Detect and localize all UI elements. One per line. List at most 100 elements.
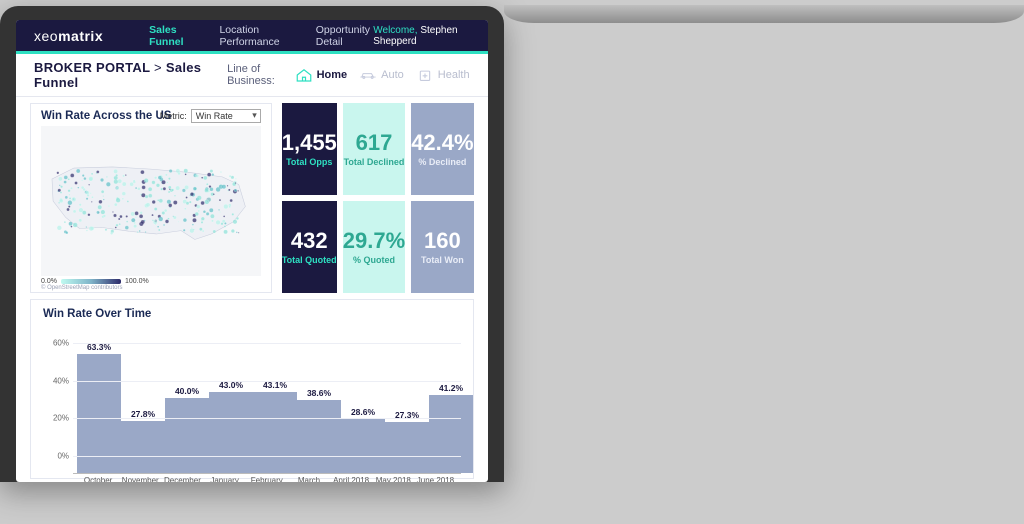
x-tick: November 2017: [119, 476, 161, 482]
x-tick: October 2017: [77, 476, 119, 482]
lob-home-label: Home: [317, 69, 348, 81]
lob-home[interactable]: Home: [295, 68, 348, 82]
y-tick: 60%: [53, 338, 69, 347]
bar-value-label: 27.8%: [131, 409, 155, 419]
bar-wrap: 43.0%: [209, 380, 253, 473]
bar-wrap: 28.6%: [341, 407, 385, 473]
metric-selector: Metric: Win Rate: [160, 109, 261, 123]
kpi-total-opps[interactable]: 1,455 Total Opps: [282, 103, 337, 195]
kpi-label: Total Quoted: [282, 255, 337, 265]
chart-title: Win Rate Over Time: [43, 308, 461, 320]
kpi-label: % Quoted: [353, 255, 395, 265]
bar-wrap: 63.3%: [77, 342, 121, 473]
breadcrumb-root: BROKER PORTAL: [34, 60, 150, 75]
brand-part-a: xeo: [34, 28, 58, 44]
nav-sales-funnel[interactable]: Sales Funnel: [149, 24, 193, 48]
kpi-pct-declined[interactable]: 42.4% % Declined: [411, 103, 473, 195]
x-tick: December 2017: [161, 476, 203, 482]
health-icon: [416, 68, 434, 82]
laptop-base: [504, 5, 1024, 23]
brand-part-b: matrix: [58, 28, 103, 44]
metric-value: Win Rate: [196, 111, 233, 121]
y-tick: 0%: [57, 452, 69, 461]
bar-wrap: 38.6%: [297, 388, 341, 473]
laptop-frame: xeomatrix Sales Funnel Location Performa…: [0, 6, 504, 482]
bar[interactable]: [341, 419, 385, 473]
lob-health[interactable]: Health: [416, 68, 470, 82]
kpi-label: Total Opps: [286, 157, 332, 167]
bar[interactable]: [253, 392, 297, 473]
metric-label: Metric:: [160, 111, 187, 121]
bar-value-label: 28.6%: [351, 407, 375, 417]
map-svg: [41, 126, 261, 276]
kpi-label: Total Declined: [344, 157, 405, 167]
map-panel: Win Rate Across the US Metric: Win Rate: [30, 103, 272, 293]
metric-dropdown[interactable]: Win Rate: [191, 109, 261, 123]
welcome-text: Welcome, Stephen Shepperd: [373, 25, 469, 47]
kpi-total-won[interactable]: 160 Total Won: [411, 201, 473, 293]
kpi-value: 617: [356, 132, 393, 154]
kpi-label: % Declined: [418, 157, 466, 167]
nav-location-performance[interactable]: Location Performance: [219, 24, 289, 48]
y-tick: 20%: [53, 414, 69, 423]
x-tick: January 2018: [204, 476, 246, 482]
kpi-value: 160: [424, 230, 461, 252]
bar-value-label: 38.6%: [307, 388, 331, 398]
bar-wrap: 43.1%: [253, 380, 297, 473]
kpi-value: 29.7%: [343, 230, 405, 252]
y-axis: 0% 20% 40% 60%: [43, 324, 73, 474]
kpi-value: 42.4%: [411, 132, 473, 154]
welcome-label: Welcome,: [373, 25, 417, 36]
lob-auto[interactable]: Auto: [359, 68, 404, 82]
bar-wrap: 41.2%: [429, 383, 473, 473]
kpi-value: 1,455: [282, 132, 337, 154]
legend-min: 0.0%: [41, 278, 57, 285]
map-legend: 0.0% 100.0%: [41, 278, 261, 285]
bar-wrap: 40.0%: [165, 386, 209, 473]
bar[interactable]: [297, 400, 341, 473]
nav-links: Sales Funnel Location Performance Opport…: [149, 24, 373, 48]
breadcrumb-sep: >: [154, 60, 162, 75]
sub-header: BROKER PORTAL > Sales Funnel Line of Bus…: [16, 54, 488, 97]
home-icon: [295, 68, 313, 82]
bar-value-label: 40.0%: [175, 386, 199, 396]
kpi-total-declined[interactable]: 617 Total Declined: [343, 103, 405, 195]
legend-max: 100.0%: [125, 278, 149, 285]
top-row: Win Rate Across the US Metric: Win Rate: [30, 103, 474, 293]
bar-chart[interactable]: 0% 20% 40% 60% 63.3% 27.8% 40.0% 43.0%43.1% 38.…: [43, 324, 461, 474]
plot-area: 63.3%27.8%40.0%43.0%43.1%38.6%28.6%27.3%…: [73, 324, 461, 474]
x-tick: April 2018: [330, 476, 372, 482]
bar[interactable]: [121, 421, 165, 473]
lob-label: Line of Business:: [227, 63, 282, 87]
main-content: Win Rate Across the US Metric: Win Rate: [16, 97, 488, 482]
screen: xeomatrix Sales Funnel Location Performa…: [16, 20, 488, 482]
nav-opportunity-detail[interactable]: Opportunity Detail: [316, 24, 374, 48]
us-map[interactable]: [41, 126, 261, 276]
lob-health-label: Health: [438, 69, 470, 81]
lob-auto-label: Auto: [381, 69, 404, 81]
top-nav: xeomatrix Sales Funnel Location Performa…: [16, 20, 488, 54]
map-attribution: © OpenStreetMap contributors: [41, 285, 261, 291]
bar[interactable]: [209, 392, 253, 473]
kpi-grid: 1,455 Total Opps 617 Total Declined 42.4…: [282, 103, 474, 293]
bars-container: 63.3%27.8%40.0%43.0%43.1%38.6%28.6%27.3%…: [73, 324, 461, 473]
bar[interactable]: [385, 422, 429, 473]
brand-logo: xeomatrix: [34, 28, 103, 44]
kpi-label: Total Won: [421, 255, 464, 265]
x-axis: October 2017November 2017December 2017Ja…: [73, 473, 461, 482]
legend-gradient: [61, 279, 121, 284]
bar[interactable]: [165, 398, 209, 473]
kpi-total-quoted[interactable]: 432 Total Quoted: [282, 201, 337, 293]
x-tick: May 2018: [372, 476, 414, 482]
bar[interactable]: [429, 395, 473, 473]
x-tick: June 2018: [414, 476, 456, 482]
kpi-pct-quoted[interactable]: 29.7% % Quoted: [343, 201, 405, 293]
y-tick: 40%: [53, 376, 69, 385]
kpi-value: 432: [291, 230, 328, 252]
breadcrumb: BROKER PORTAL > Sales Funnel: [34, 60, 227, 90]
x-tick: March 2018: [288, 476, 330, 482]
line-of-business: Line of Business: Home Auto Health: [227, 63, 469, 87]
x-tick: February 2018: [246, 476, 288, 482]
bar-value-label: 41.2%: [439, 383, 463, 393]
chart-panel: Win Rate Over Time 0% 20% 40% 60% 63.3% 27.8…: [30, 299, 474, 479]
